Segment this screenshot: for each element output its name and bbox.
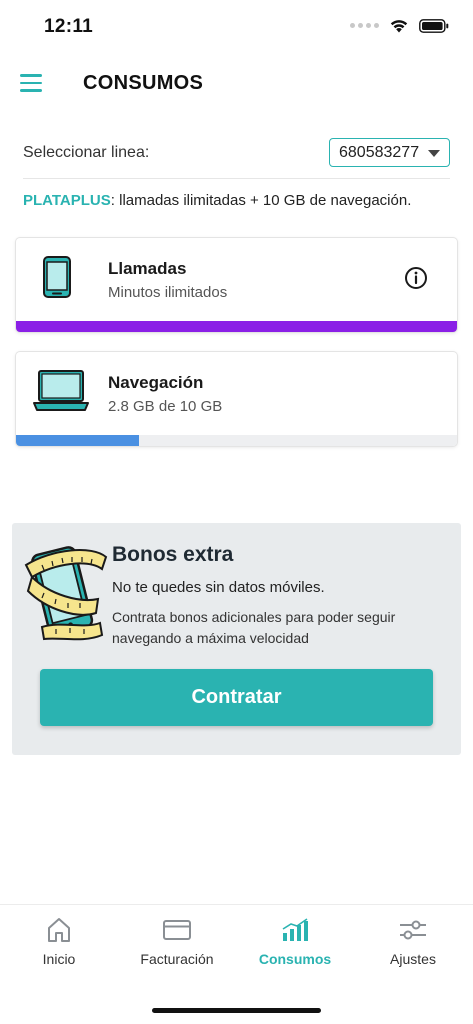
invoice-icon <box>163 920 191 940</box>
usage-card-title: Llamadas <box>108 259 187 278</box>
page-title: CONSUMOS <box>83 72 204 94</box>
bonus-title: Bonos extra <box>112 543 234 566</box>
tab-label: Consumos <box>258 951 332 967</box>
contract-button[interactable]: Contratar <box>40 669 433 726</box>
bonus-description: Contrata bonos adicionales para poder se… <box>112 609 396 646</box>
app-header: CONSUMOS <box>0 60 473 108</box>
usage-card-subtitle: Minutos ilimitados <box>108 284 228 301</box>
sliders-icon <box>400 920 426 940</box>
battery-icon <box>419 18 449 33</box>
tab-consumos[interactable]: Consumos <box>236 915 354 979</box>
home-icon <box>48 918 70 942</box>
plan-name: PLATAPLUS <box>23 192 111 209</box>
tab-inicio[interactable]: Inicio <box>0 915 118 979</box>
tab-ajustes[interactable]: Ajustes <box>354 915 472 979</box>
home-indicator <box>152 1008 321 1013</box>
wifi-icon <box>390 20 408 33</box>
bonus-subtitle: No te quedes sin datos móviles. <box>112 579 325 596</box>
line-select-dropdown[interactable]: 680583277 <box>329 138 450 167</box>
tab-label: Facturación <box>140 951 214 967</box>
usage-card-subtitle: 2.8 GB de 10 GB <box>108 398 223 415</box>
caret-down-icon <box>428 150 440 157</box>
line-select-value: 680583277 <box>339 143 420 161</box>
usage-progress-fill <box>16 321 457 332</box>
phone-measuring-tape-illustration-icon <box>24 546 108 641</box>
tab-facturacion[interactable]: Facturación <box>118 915 236 979</box>
usage-progress-track <box>16 435 457 446</box>
plan-summary: PLATAPLUS: llamadas ilimitadas + 10 GB d… <box>23 192 453 209</box>
divider <box>23 178 450 179</box>
usage-progress-fill <box>16 435 140 446</box>
status-time: 12:11 <box>44 16 94 37</box>
tab-label: Inicio <box>42 951 76 967</box>
usage-card-data[interactable]: Navegación 2.8 GB de 10 GB <box>16 352 457 446</box>
bottom-tab-bar: Inicio Facturación Consumos Ajustes <box>0 905 473 1024</box>
bar-chart-icon <box>282 918 308 941</box>
smartphone-icon <box>43 256 71 298</box>
status-bar: 12:11 <box>0 0 473 50</box>
info-icon[interactable] <box>404 266 428 290</box>
status-icons <box>350 18 449 33</box>
usage-progress-track <box>16 321 457 332</box>
signal-icon <box>350 23 379 28</box>
line-selector-row: Seleccionar linea: 680583277 <box>23 138 450 168</box>
usage-card-title: Navegación <box>108 373 204 392</box>
plan-description: : llamadas ilimitadas + 10 GB de navegac… <box>110 192 412 209</box>
line-selector-label: Seleccionar linea: <box>23 144 150 161</box>
usage-card-calls[interactable]: Llamadas Minutos ilimitados <box>16 238 457 332</box>
hamburger-menu-icon[interactable] <box>20 70 46 96</box>
tab-label: Ajustes <box>390 951 436 967</box>
laptop-icon <box>33 370 89 411</box>
bonus-panel: Bonos extra No te quedes sin datos móvil… <box>12 523 461 755</box>
